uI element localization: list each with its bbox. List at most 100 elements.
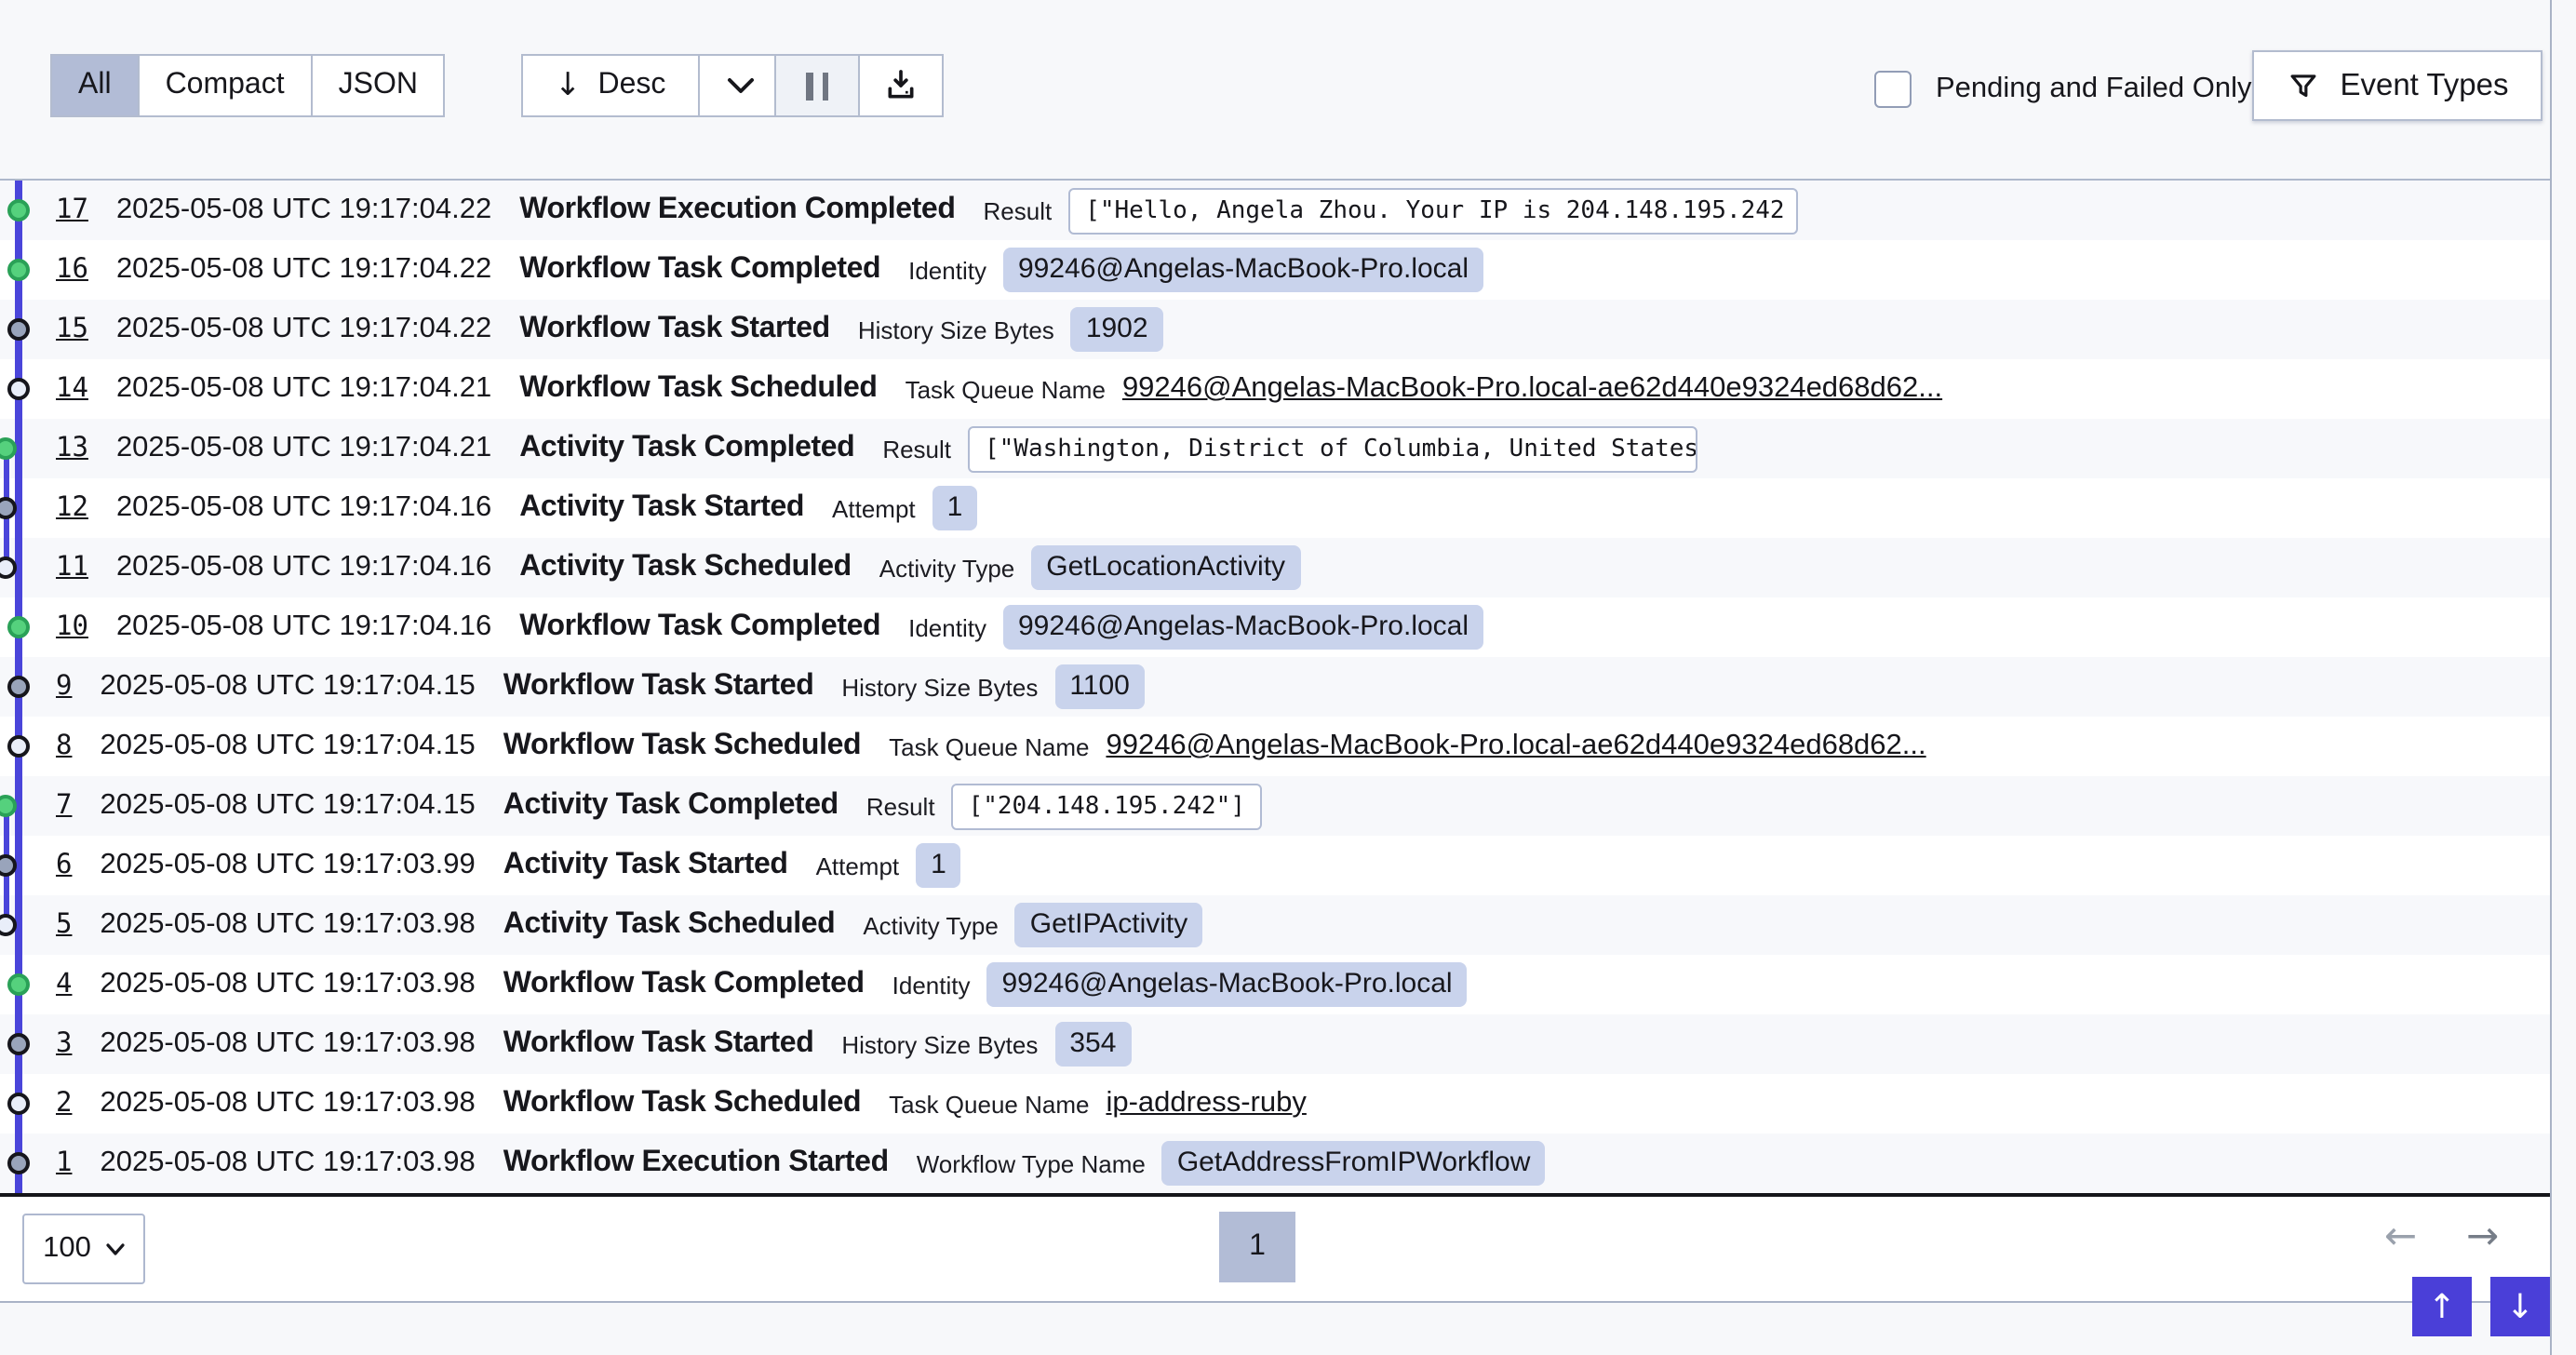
- event-id-link[interactable]: 3: [56, 1029, 72, 1059]
- event-detail: Result ["Hello, Angela Zhou. Your IP is …: [984, 187, 1799, 234]
- event-row[interactable]: 11 2025-05-08 UTC 19:17:04.16 Activity T…: [0, 538, 2550, 597]
- pending-failed-label: Pending and Failed Only: [1936, 73, 2252, 106]
- event-row[interactable]: 7 2025-05-08 UTC 19:17:04.15 Activity Ta…: [0, 776, 2550, 836]
- event-row[interactable]: 2 2025-05-08 UTC 19:17:03.98 Workflow Ta…: [0, 1074, 2550, 1134]
- event-id-link[interactable]: 11: [56, 553, 88, 583]
- event-id-link[interactable]: 17: [56, 195, 88, 225]
- timeline-dot: [7, 259, 30, 281]
- event-row[interactable]: 5 2025-05-08 UTC 19:17:03.98 Activity Ta…: [0, 895, 2550, 955]
- event-detail-label: Task Queue Name: [889, 1090, 1089, 1118]
- content-panel: All Compact JSON ↓ Desc: [0, 0, 2552, 1355]
- event-name: Workflow Execution Completed: [519, 194, 955, 227]
- timeline-dot: [7, 735, 30, 758]
- event-detail-label: Result: [866, 792, 935, 820]
- pause-icon: [806, 72, 828, 100]
- chevron-down-icon: [106, 1242, 125, 1255]
- event-name: Workflow Execution Started: [503, 1147, 889, 1180]
- event-id-link[interactable]: 15: [56, 315, 88, 344]
- event-id-link[interactable]: 1: [56, 1148, 72, 1178]
- toolbar: All Compact JSON ↓ Desc: [0, 0, 2550, 181]
- event-detail: Identity 99246@Angelas-MacBook-Pro.local: [908, 248, 1483, 292]
- next-page-arrow-icon[interactable]: →: [2466, 1217, 2499, 1256]
- timeline-dot: [7, 1033, 30, 1055]
- event-detail-value: ["Washington, District of Columbia, Unit…: [968, 425, 1697, 472]
- event-id-link[interactable]: 6: [56, 851, 72, 880]
- event-row[interactable]: 6 2025-05-08 UTC 19:17:03.99 Activity Ta…: [0, 836, 2550, 895]
- sort-order-control: ↓ Desc: [521, 54, 785, 117]
- download-history-button[interactable]: [860, 56, 942, 115]
- event-timestamp: 2025-05-08 UTC 19:17:04.16: [116, 551, 491, 584]
- pending-failed-checkbox[interactable]: [1874, 71, 1912, 108]
- event-row[interactable]: 1 2025-05-08 UTC 19:17:03.98 Workflow Ex…: [0, 1134, 2550, 1193]
- event-row[interactable]: 17 2025-05-08 UTC 19:17:04.22 Workflow E…: [0, 181, 2550, 240]
- event-id-link[interactable]: 8: [56, 731, 72, 761]
- event-detail: History Size Bytes 1902: [858, 307, 1163, 352]
- event-detail: Identity 99246@Angelas-MacBook-Pro.local: [892, 962, 1468, 1007]
- event-id-link[interactable]: 7: [56, 791, 72, 821]
- event-detail-value: ["204.148.195.242"]: [952, 783, 1262, 829]
- pause-autorefresh-button[interactable]: [776, 56, 860, 115]
- table-action-buttons: [774, 54, 944, 117]
- scroll-to-top-button[interactable]: ↑: [2412, 1277, 2472, 1336]
- event-id-link[interactable]: 9: [56, 672, 72, 702]
- event-row[interactable]: 12 2025-05-08 UTC 19:17:04.16 Activity T…: [0, 478, 2550, 538]
- event-detail-label: Result: [882, 435, 951, 463]
- view-mode-all-button[interactable]: All: [52, 56, 138, 115]
- event-name: Workflow Task Started: [503, 1027, 814, 1061]
- event-name: Workflow Task Scheduled: [519, 372, 877, 406]
- event-id-link[interactable]: 4: [56, 970, 72, 999]
- event-name: Workflow Task Scheduled: [503, 1087, 861, 1120]
- history-page: All Compact JSON ↓ Desc: [0, 0, 2576, 1355]
- event-detail-label: Activity Type: [863, 911, 998, 939]
- event-row[interactable]: 13 2025-05-08 UTC 19:17:04.21 Activity T…: [0, 419, 2550, 478]
- event-row[interactable]: 8 2025-05-08 UTC 19:17:04.15 Workflow Ta…: [0, 717, 2550, 776]
- page-size-value: 100: [43, 1232, 91, 1266]
- event-id-link[interactable]: 13: [56, 434, 88, 463]
- event-id-link[interactable]: 12: [56, 493, 88, 523]
- event-detail-label: History Size Bytes: [841, 1030, 1038, 1058]
- event-id-link[interactable]: 10: [56, 612, 88, 642]
- event-name: Activity Task Started: [503, 849, 788, 882]
- event-row[interactable]: 4 2025-05-08 UTC 19:17:03.98 Workflow Ta…: [0, 955, 2550, 1014]
- event-detail: Task Queue Name ip-address-ruby: [889, 1087, 1307, 1120]
- event-detail-value[interactable]: 99246@Angelas-MacBook-Pro.local-ae62d440…: [1106, 730, 1925, 763]
- event-detail-label: History Size Bytes: [858, 315, 1054, 343]
- event-timestamp: 2025-05-08 UTC 19:17:03.98: [100, 968, 475, 1001]
- event-detail: Attempt 1: [816, 843, 961, 888]
- event-id-link[interactable]: 16: [56, 255, 88, 285]
- previous-page-arrow-icon[interactable]: ←: [2384, 1217, 2417, 1256]
- event-detail: Attempt 1: [832, 486, 977, 530]
- event-id-link[interactable]: 5: [56, 910, 72, 940]
- timeline-dot: [7, 1152, 30, 1174]
- event-detail-value[interactable]: ip-address-ruby: [1106, 1087, 1306, 1120]
- sort-dropdown-button[interactable]: [697, 56, 783, 115]
- scroll-to-bottom-button[interactable]: ↓: [2490, 1277, 2550, 1336]
- event-row[interactable]: 9 2025-05-08 UTC 19:17:04.15 Workflow Ta…: [0, 657, 2550, 717]
- view-mode-compact-button[interactable]: Compact: [138, 56, 311, 115]
- event-detail-value[interactable]: 99246@Angelas-MacBook-Pro.local-ae62d440…: [1122, 372, 1942, 406]
- current-page-button[interactable]: 1: [1219, 1212, 1295, 1282]
- page-size-select[interactable]: 100: [22, 1214, 145, 1284]
- event-row[interactable]: 16 2025-05-08 UTC 19:17:04.22 Workflow T…: [0, 240, 2550, 300]
- timeline-dot: [7, 676, 30, 698]
- event-row[interactable]: 15 2025-05-08 UTC 19:17:04.22 Workflow T…: [0, 300, 2550, 359]
- event-detail-value: ["Hello, Angela Zhou. Your IP is 204.148…: [1068, 187, 1798, 234]
- event-detail: Identity 99246@Angelas-MacBook-Pro.local: [908, 605, 1483, 650]
- chevron-down-icon: [726, 76, 756, 95]
- view-mode-json-button[interactable]: JSON: [311, 56, 444, 115]
- event-row[interactable]: 10 2025-05-08 UTC 19:17:04.16 Workflow T…: [0, 597, 2550, 657]
- event-detail-label: Activity Type: [879, 554, 1014, 582]
- sort-desc-button[interactable]: ↓ Desc: [523, 56, 697, 115]
- event-timestamp: 2025-05-08 UTC 19:17:03.98: [100, 1087, 475, 1120]
- event-id-link[interactable]: 14: [56, 374, 88, 404]
- event-types-filter-button[interactable]: Event Types: [2252, 50, 2542, 121]
- event-timestamp: 2025-05-08 UTC 19:17:03.98: [100, 1147, 475, 1180]
- event-row[interactable]: 14 2025-05-08 UTC 19:17:04.21 Workflow T…: [0, 359, 2550, 419]
- event-detail-value: 1: [932, 486, 978, 530]
- event-timestamp: 2025-05-08 UTC 19:17:04.21: [116, 432, 491, 465]
- footer-strip: [0, 1301, 2550, 1355]
- arrow-down-icon: ↓: [555, 70, 582, 101]
- event-row[interactable]: 3 2025-05-08 UTC 19:17:03.98 Workflow Ta…: [0, 1014, 2550, 1074]
- event-id-link[interactable]: 2: [56, 1089, 72, 1119]
- pending-failed-filter: Pending and Failed Only: [1874, 0, 2252, 179]
